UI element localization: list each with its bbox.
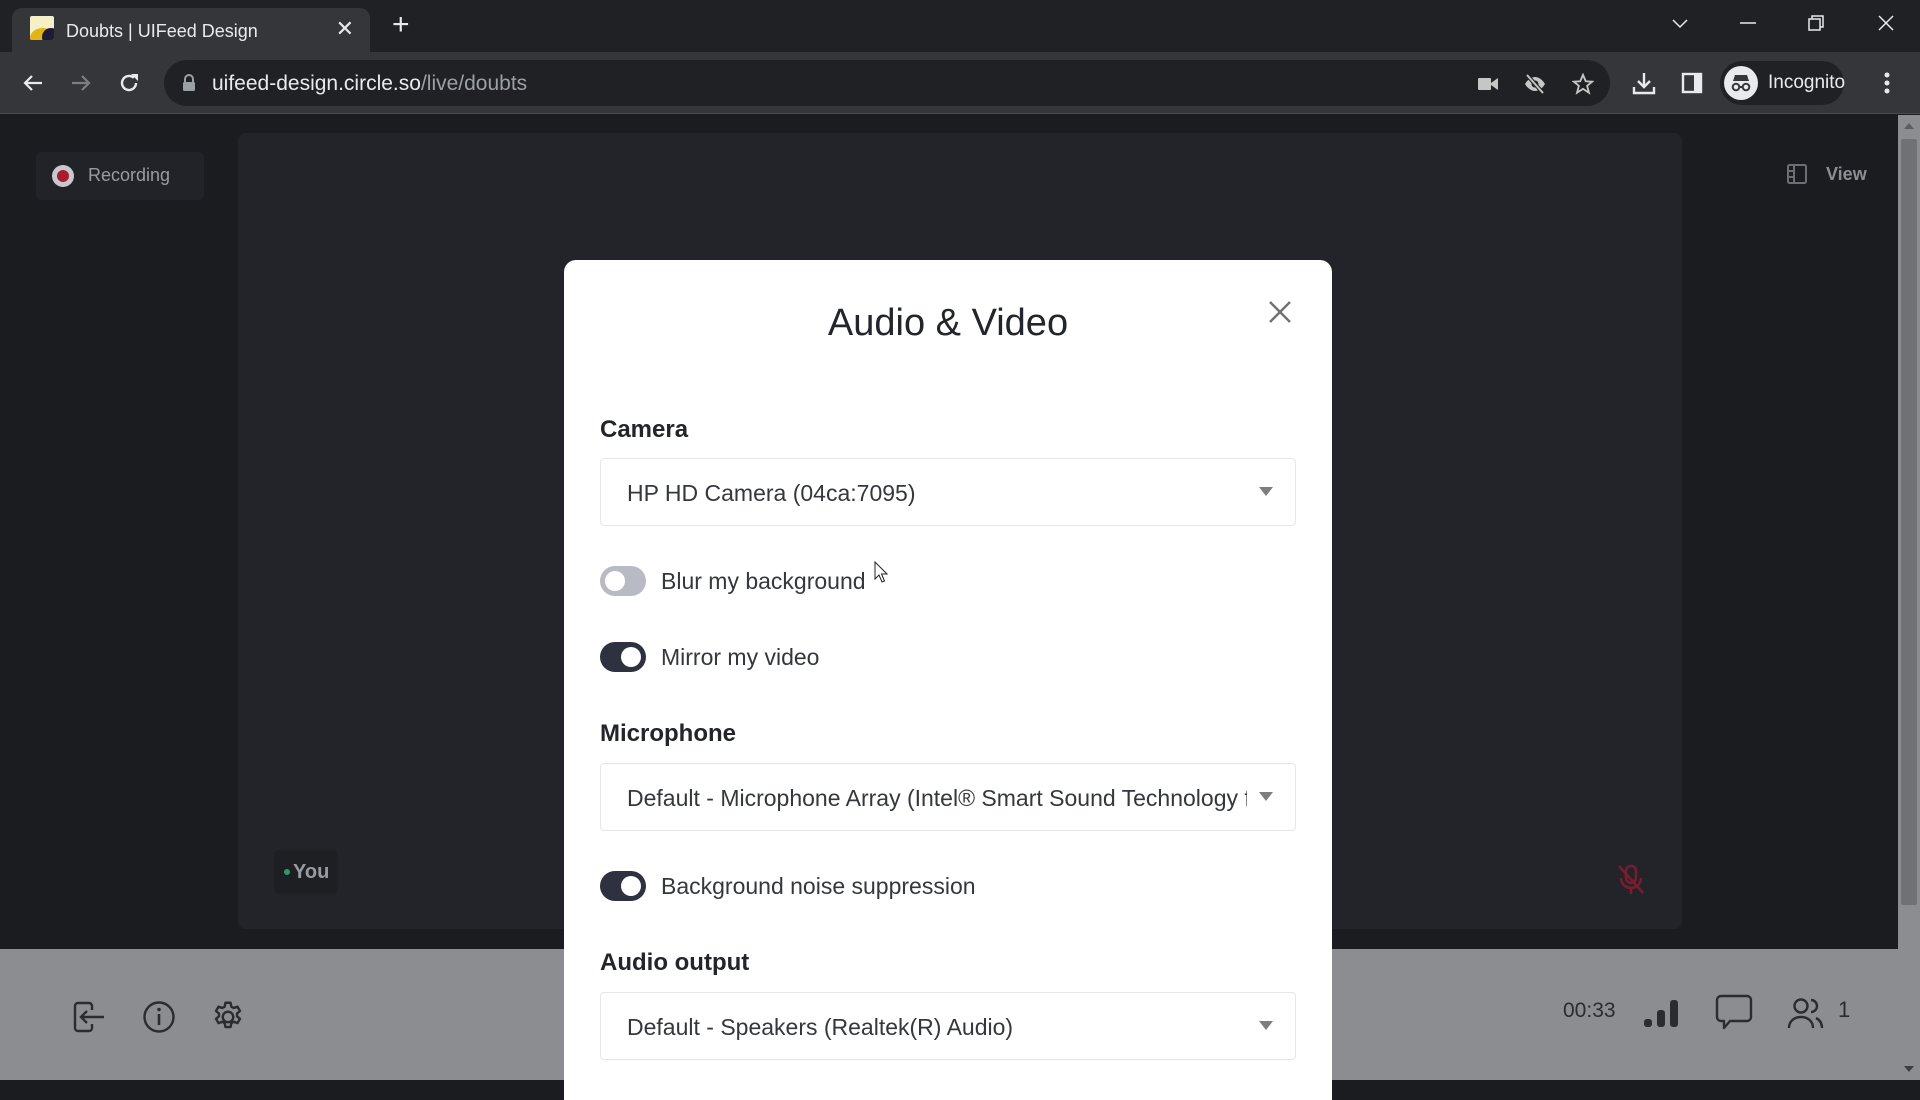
audio-output-label: Audio output [600,949,750,976]
mirror-video-label: Mirror my video [661,643,820,670]
audio-output-selected-value: Default - Speakers (Realtek(R) Audio) [627,1014,1014,1040]
blur-background-label: Blur my background [661,567,866,594]
blur-background-toggle-row: Blur my background [600,564,866,598]
participant-name-tag: You [274,850,338,894]
mirror-video-toggle-row: Mirror my video [600,640,819,674]
close-modal-button[interactable] [1264,296,1296,328]
info-icon [143,1001,175,1033]
noise-suppression-toggle-row: Background noise suppression [600,869,976,903]
downloads-button[interactable] [1628,67,1660,99]
url-host: uifeed-design.circle.so [212,72,421,95]
dropdown-caret-icon [1259,1021,1273,1030]
minimize-icon [1740,22,1756,24]
view-label: View [1826,163,1867,184]
download-icon [1632,73,1656,95]
camera-label: Camera [600,416,689,443]
tab-title: Doubts | UIFeed Design [66,21,258,41]
users-icon [1787,998,1824,1029]
page-scrollbar[interactable] [1898,115,1920,1080]
mic-muted-icon [1618,864,1644,894]
arrow-left-icon [23,75,42,91]
browser-menu-button[interactable] [1871,67,1903,99]
browser-toolbar: uifeed-design.circle.so/live/doubts Inco… [0,52,1920,114]
dropdown-caret-icon [1259,792,1273,801]
blur-background-toggle[interactable] [600,566,646,596]
restore-button[interactable] [1796,8,1836,38]
recording-indicator: Recording [36,152,204,200]
connection-quality-indicator[interactable] [1640,994,1684,1034]
incognito-icon [1724,66,1758,100]
reload-button[interactable] [112,66,146,100]
call-timer: 00:33 [1563,999,1616,1022]
profile-label: Incognito [1768,72,1846,93]
lock-icon [183,74,195,91]
room-info-button[interactable] [140,998,178,1036]
layout-sidebar-icon [1787,164,1807,184]
url-text: uifeed-design.circle.so/live/doubts [212,72,527,96]
exit-icon [73,1001,104,1033]
camera-in-use-button[interactable] [1475,71,1501,97]
browser-tab[interactable]: Doubts | UIFeed Design ✕ [12,8,370,52]
camera-select[interactable]: HP HD Camera (04ca:7095) [600,458,1296,526]
new-tab-button[interactable]: + [392,10,410,40]
scrollbar-thumb[interactable] [1901,139,1917,905]
url-path: /live/doubts [420,72,528,95]
star-icon [1572,73,1594,95]
chat-button[interactable] [1714,992,1754,1032]
dropdown-caret-icon [1259,487,1273,496]
forward-button[interactable] [64,66,98,100]
microphone-label: Microphone [600,720,736,747]
close-icon [1878,15,1894,31]
chevron-down-icon [1672,19,1688,29]
participant-count: 1 [1838,997,1851,1022]
mirror-video-toggle[interactable] [600,642,646,672]
camera-selected-value: HP HD Camera (04ca:7095) [627,480,916,506]
back-button[interactable] [16,66,50,100]
restore-icon [1808,15,1824,31]
audio-video-settings-modal: Audio & Video Camera HP HD Camera (04ca:… [564,260,1332,1100]
close-icon [1269,301,1291,323]
record-dot-icon [52,165,74,187]
scroll-down-arrow-icon[interactable] [1904,1066,1914,1072]
chat-bubble-icon [1715,994,1753,1030]
bookmark-button[interactable] [1570,71,1596,97]
audio-output-select[interactable]: Default - Speakers (Realtek(R) Audio) [600,992,1296,1060]
arrow-right-icon [72,75,91,91]
site-favicon-icon [30,16,54,40]
microphone-selected-value: Default - Microphone Array (Intel® Smart… [627,785,1247,811]
noise-suppression-label: Background noise suppression [661,872,976,899]
tracking-protection-button[interactable] [1522,71,1548,97]
scroll-up-arrow-icon[interactable] [1904,123,1914,129]
browser-title-bar: Doubts | UIFeed Design ✕ + [0,0,1920,52]
online-status-dot [284,869,290,875]
view-layout-button[interactable]: View [1786,163,1867,185]
noise-suppression-toggle[interactable] [600,871,646,901]
eye-off-icon [1525,73,1545,95]
address-bar[interactable]: uifeed-design.circle.so/live/doubts [164,60,1610,106]
leave-room-button[interactable] [70,998,108,1036]
mouse-cursor-icon [874,561,888,583]
more-vert-icon [1884,72,1890,94]
tab-close-button[interactable]: ✕ [336,17,354,41]
side-panel-icon [1681,72,1703,94]
toggle-knob [605,571,625,591]
signal-bars-icon [1644,1000,1678,1027]
modal-title: Audio & Video [827,302,1069,344]
settings-button[interactable] [208,997,248,1037]
toggle-knob [621,647,641,667]
side-panel-button[interactable] [1676,67,1708,99]
participants-button[interactable] [1786,993,1826,1033]
participant-name: You [293,861,330,883]
recording-label: Recording [88,165,171,185]
close-window-button[interactable] [1866,8,1906,38]
incognito-profile-button[interactable]: Incognito [1720,61,1846,105]
toggle-knob [621,876,641,896]
video-camera-icon [1478,78,1498,90]
minimize-button[interactable] [1728,8,1768,38]
tab-search-button[interactable] [1660,8,1700,38]
reload-icon [120,74,138,92]
gear-icon [214,1001,242,1029]
microphone-select[interactable]: Default - Microphone Array (Intel® Smart… [600,763,1296,831]
